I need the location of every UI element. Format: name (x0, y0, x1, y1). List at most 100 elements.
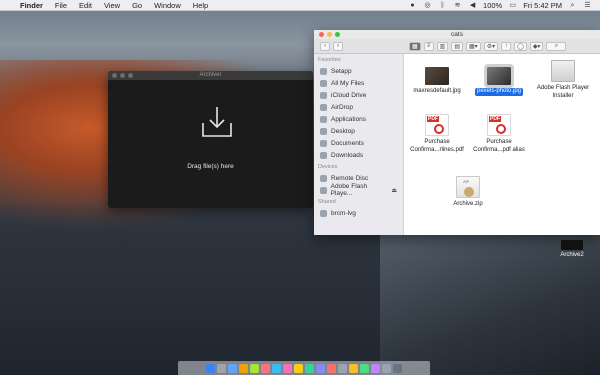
search-field[interactable]: ⌕ (546, 41, 567, 51)
menu-bar: Finder File Edit View Go Window Help ● ◎… (0, 0, 600, 11)
dropbox-button[interactable]: ◆▾ (529, 41, 544, 51)
menu-file[interactable]: File (55, 1, 67, 10)
sidebar-item-all-my-files[interactable]: All My Files (314, 77, 403, 89)
airdrop-icon (320, 103, 327, 111)
file-adobe-flash-installer[interactable]: Adobe Flash Player Installer (533, 60, 593, 100)
archiver-window: Archiver Drag file(s) here (108, 71, 313, 208)
downloads-stack-icon[interactable] (382, 363, 391, 373)
downloads-icon (320, 151, 327, 159)
disk-image-icon (320, 186, 327, 194)
sidebar-label: AirDrop (331, 103, 354, 111)
safari-icon[interactable] (228, 363, 237, 373)
record-icon[interactable]: ● (408, 2, 417, 9)
sidebar-item-adobe-flash[interactable]: Adobe Flash Playe... ⏏ (314, 183, 403, 197)
menu-view[interactable]: View (104, 1, 120, 10)
sidebar-label: Downloads (331, 151, 364, 159)
drop-zone-label[interactable]: Drag file(s) here (108, 163, 313, 170)
image-thumbnail (484, 64, 514, 88)
all-files-icon (320, 79, 327, 87)
photos-icon[interactable] (283, 363, 292, 373)
disc-icon (320, 174, 327, 182)
desktop-item-label: Archive2 (560, 252, 584, 258)
sidebar-item-setapp[interactable]: Setapp (314, 65, 403, 77)
setapp-dock-icon[interactable] (371, 363, 380, 373)
file-label: Archive.zip (453, 201, 483, 207)
file-label: maxresdefault.jpg (413, 88, 461, 94)
forward-button[interactable]: › (333, 41, 343, 51)
sidebar-item-applications[interactable]: Applications (314, 113, 403, 125)
file-label: Purchase Confirma...rlines.pdf (410, 139, 464, 153)
facetime-icon[interactable] (305, 363, 314, 373)
action-gear-icon[interactable]: ⚙▾ (483, 41, 499, 51)
eject-icon[interactable]: ⏏ (391, 187, 397, 194)
notes-icon[interactable] (294, 363, 303, 373)
sidebar-item-icloud-drive[interactable]: iCloud Drive (314, 89, 403, 101)
menu-window[interactable]: Window (154, 1, 181, 10)
finder-sidebar: Favorites Setapp All My Files iCloud Dri… (314, 54, 404, 235)
archiver-app-icon[interactable] (349, 363, 358, 373)
clock[interactable]: Fri 5:42 PM (523, 1, 562, 10)
sidebar-item-downloads[interactable]: Downloads (314, 149, 403, 161)
music-icon[interactable] (261, 363, 270, 373)
sidebar-label: brcm-lvg (331, 209, 356, 217)
sidebar-item-documents[interactable]: Documents (314, 137, 403, 149)
download-tray-icon (202, 107, 232, 137)
notification-center-icon[interactable]: ☰ (583, 2, 592, 9)
battery-icon[interactable]: ▭ (508, 2, 517, 9)
documents-icon (320, 139, 327, 147)
icon-view-button[interactable]: ▦ (409, 41, 421, 51)
desktop-item-archive2[interactable]: Archive2 (552, 240, 592, 258)
terminal-icon[interactable] (360, 363, 369, 373)
tags-button[interactable]: ◯ (514, 41, 527, 51)
share-button[interactable]: ↑ (501, 41, 512, 51)
circle-icon[interactable]: ◎ (423, 2, 432, 9)
sidebar-label: Applications (331, 115, 367, 123)
spotlight-icon[interactable]: ⌕ (568, 2, 577, 9)
file-archive-zip[interactable]: ZIP Archive.zip (438, 176, 498, 209)
devices-header: Devices (318, 164, 338, 170)
favorites-header: Favorites (318, 57, 341, 63)
launchpad-icon[interactable] (217, 363, 226, 373)
menu-finder[interactable]: Finder (20, 1, 43, 10)
file-purchase-pdf[interactable]: PDF Purchase Confirma...rlines.pdf (407, 114, 467, 154)
finder-toolbar: ‹ › ▦ ≡ ▥ ▤ ▦▾ ⚙▾ ↑ ◯ ◆▾ ⌕ (314, 39, 600, 54)
finder-titlebar[interactable]: cats (314, 30, 600, 39)
back-button[interactable]: ‹ (320, 41, 330, 51)
sidebar-item-brcm-lvg[interactable]: brcm-lvg (314, 207, 403, 219)
group-by-button[interactable]: ▦▾ (466, 41, 481, 51)
archiver-titlebar[interactable]: Archiver (108, 71, 313, 80)
installer-icon (551, 60, 575, 82)
chrome-icon[interactable] (239, 363, 248, 373)
gallery-view-button[interactable]: ▤ (451, 41, 464, 51)
pdf-icon: PDF (487, 114, 511, 136)
finder-icon[interactable] (206, 363, 215, 373)
calendar-icon[interactable] (327, 363, 336, 373)
file-pexels-photo[interactable]: pexels-photo.jpg (469, 64, 529, 96)
sidebar-label: Setapp (331, 67, 352, 75)
trash-icon[interactable] (393, 363, 402, 373)
menu-go[interactable]: Go (132, 1, 142, 10)
pdf-icon: PDF (425, 114, 449, 136)
menu-help[interactable]: Help (193, 1, 208, 10)
column-view-button[interactable]: ▥ (436, 41, 449, 51)
folder-icon (561, 240, 583, 250)
menu-edit[interactable]: Edit (79, 1, 92, 10)
mail-icon[interactable] (272, 363, 281, 373)
app-store-icon[interactable] (316, 363, 325, 373)
volume-icon[interactable]: ◀ (468, 2, 477, 9)
wifi-icon[interactable]: ≋ (453, 2, 462, 9)
file-purchase-pdf-alias[interactable]: PDF Purchase Confirma...pdf alias (469, 114, 529, 154)
system-preferences-icon[interactable] (338, 363, 347, 373)
file-maxresdefault[interactable]: maxresdefault.jpg (407, 64, 467, 96)
sidebar-label: Desktop (331, 127, 355, 135)
list-view-button[interactable]: ≡ (423, 41, 434, 51)
bluetooth-icon[interactable]: ᛒ (438, 2, 447, 9)
image-thumbnail (425, 67, 449, 85)
archiver-title: Archiver (199, 72, 222, 78)
sidebar-item-desktop[interactable]: Desktop (314, 125, 403, 137)
dock (178, 361, 430, 375)
finder-window: cats ‹ › ▦ ≡ ▥ ▤ ▦▾ ⚙▾ ↑ ◯ ◆▾ ⌕ Favorite… (314, 30, 600, 235)
messages-icon[interactable] (250, 363, 259, 373)
zip-icon: ZIP (456, 176, 480, 198)
sidebar-item-airdrop[interactable]: AirDrop (314, 101, 403, 113)
